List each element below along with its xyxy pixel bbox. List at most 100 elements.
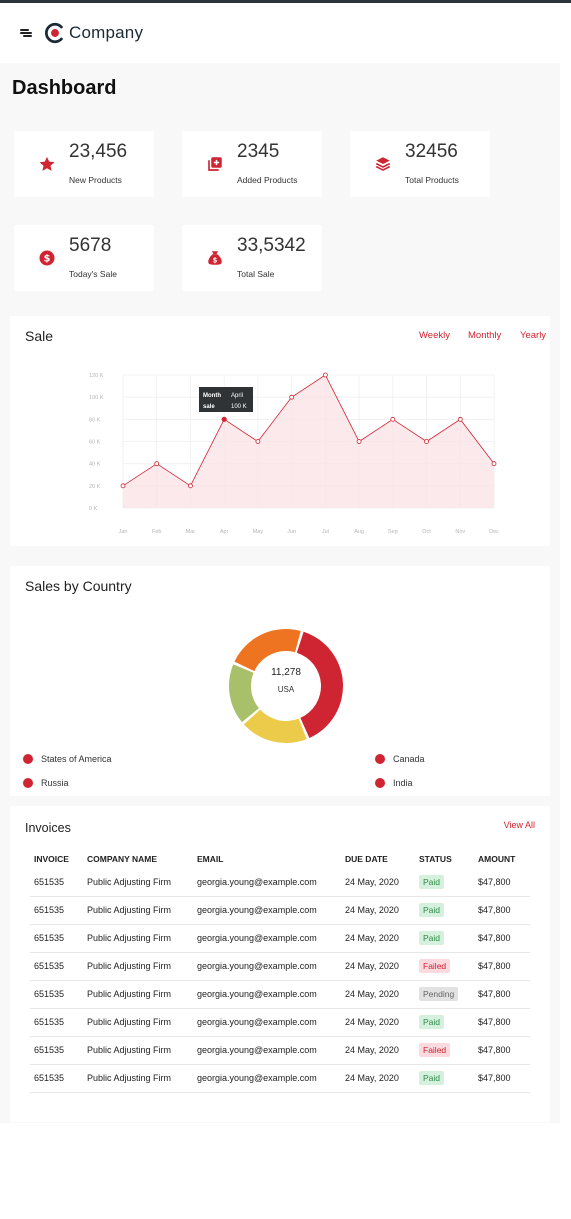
y-tick-label: 120 K — [89, 373, 104, 379]
donut-center-value: 11,278 — [271, 667, 301, 678]
status-cell: Failed — [415, 1036, 474, 1065]
column-header-status: STATUS — [419, 854, 452, 864]
data-point-feb[interactable] — [154, 461, 160, 467]
donut-center-label: USA — [278, 685, 295, 694]
page-title: Dashboard — [12, 77, 117, 99]
invoice-cell: 651535 — [30, 1008, 83, 1037]
donut-segment[interactable] — [296, 631, 344, 738]
amount-cell: $47,800 — [474, 980, 530, 1009]
legend-item-usa: States of America — [23, 754, 112, 764]
amount-cell: $47,800 — [474, 896, 530, 925]
company-cell: Public Adjusting Firm — [83, 896, 193, 925]
email-cell: georgia.young@example.com — [193, 952, 341, 981]
sales-by-country-card: Sales by Country 11,278 USA States of Am… — [10, 566, 550, 796]
status-cell: Paid — [415, 868, 474, 897]
due-date-cell: 24 May, 2020 — [341, 980, 415, 1009]
data-point-dec[interactable] — [491, 461, 497, 467]
email-cell: georgia.young@example.com — [193, 980, 341, 1009]
stat-label: Today's Sale — [69, 269, 117, 279]
x-tick-label: Feb — [152, 529, 161, 535]
country-donut-chart: 11,278 USA — [228, 629, 344, 743]
x-tick-label: Oct — [422, 529, 431, 535]
status-badge: Failed — [419, 1043, 451, 1057]
data-point-jul[interactable] — [322, 372, 328, 378]
data-point-aug[interactable] — [356, 439, 362, 444]
x-tick-label: Sep — [388, 529, 398, 535]
table-header-row: INVOICE COMPANY NAME EMAIL DUE DATE STAT… — [30, 850, 530, 868]
data-point-sep[interactable] — [390, 416, 396, 422]
menu-icon[interactable] — [20, 28, 34, 38]
stat-card-added-products: 2345 Added Products — [182, 131, 322, 197]
table-row[interactable]: 651535 Public Adjusting Firm georgia.young… — [30, 1036, 530, 1065]
view-all-link[interactable]: View All — [504, 820, 535, 830]
email-cell: georgia.young@example.com — [193, 896, 341, 925]
stat-card-total-products: 32456 Total Products — [350, 131, 490, 197]
dollar-coin-icon: $ — [39, 250, 55, 266]
email-cell: georgia.young@example.com — [193, 1008, 341, 1037]
x-tick-label: Jul — [322, 529, 329, 535]
company-cell: Public Adjusting Firm — [83, 952, 193, 981]
data-point-may[interactable] — [255, 439, 261, 444]
legend-label: Canada — [393, 754, 425, 764]
column-header-company: COMPANY NAME — [87, 854, 158, 864]
data-point-mar[interactable] — [188, 483, 193, 489]
status-cell: Failed — [415, 952, 474, 981]
company-cell: Public Adjusting Firm — [83, 1008, 193, 1037]
table-row[interactable]: 651535 Public Adjusting Firm georgia.young… — [30, 1008, 530, 1037]
data-point-jan[interactable] — [120, 483, 126, 489]
invoice-cell: 651535 — [30, 980, 83, 1009]
amount-cell: $47,800 — [474, 868, 530, 897]
due-date-cell: 24 May, 2020 — [341, 1008, 415, 1037]
company-logo-icon — [45, 22, 63, 44]
y-tick-label: 40 K — [89, 462, 101, 468]
due-date-cell: 24 May, 2020 — [341, 952, 415, 981]
table-row[interactable]: 651535 Public Adjusting Firm georgia.young… — [30, 952, 530, 981]
table-row[interactable]: 651535 Public Adjusting Firm georgia.young… — [30, 868, 530, 897]
svg-text:$: $ — [213, 257, 218, 265]
invoice-cell: 651535 — [30, 924, 83, 953]
invoices-table: INVOICE COMPANY NAME EMAIL DUE DATE STAT… — [30, 850, 530, 1093]
stat-label: Total Products — [405, 175, 459, 185]
invoice-cell: 651535 — [30, 1036, 83, 1065]
data-point-apr[interactable] — [221, 416, 227, 422]
table-row[interactable]: 651535 Public Adjusting Firm georgia.young… — [30, 924, 530, 953]
stat-value: 5678 — [69, 235, 112, 256]
x-tick-label: Jun — [287, 529, 296, 535]
status-cell: Pending — [415, 980, 474, 1009]
legend-label: States of America — [41, 754, 112, 764]
stat-card-new-products: 23,456 New Products — [14, 131, 154, 197]
brand-logo[interactable]: Company — [44, 22, 143, 44]
app-header: Company — [0, 3, 571, 63]
legend-item-canada: Canada — [375, 754, 425, 764]
stat-label: Added Products — [237, 175, 298, 185]
legend-label: India — [393, 778, 413, 788]
status-cell: Paid — [415, 1008, 474, 1037]
y-tick-label: 60 K — [89, 440, 101, 446]
data-point-nov[interactable] — [457, 416, 463, 422]
status-badge: Failed — [419, 959, 451, 973]
table-row[interactable]: 651535 Public Adjusting Firm georgia.young… — [30, 980, 530, 1009]
company-cell: Public Adjusting Firm — [83, 924, 193, 953]
tooltip-value-month: April — [231, 393, 243, 399]
x-tick-label: May — [253, 529, 264, 535]
invoices-title: Invoices — [25, 821, 71, 835]
invoice-cell: 651535 — [30, 868, 83, 897]
star-icon — [39, 156, 55, 171]
table-row[interactable]: 651535 Public Adjusting Firm georgia.young… — [30, 1064, 530, 1093]
invoice-cell: 651535 — [30, 896, 83, 925]
table-row[interactable]: 651535 Public Adjusting Firm georgia.young… — [30, 896, 530, 925]
data-point-jun[interactable] — [289, 394, 295, 400]
status-badge: Paid — [419, 1015, 445, 1029]
data-point-oct[interactable] — [424, 439, 429, 444]
invoice-cell: 651535 — [30, 1064, 83, 1093]
legend-dot — [23, 754, 33, 764]
company-cell: Public Adjusting Firm — [83, 1064, 193, 1093]
stat-value: 33,5342 — [237, 235, 306, 256]
money-bag-icon: $ — [208, 251, 222, 265]
x-tick-label: Nov — [455, 529, 465, 535]
donut-segment[interactable] — [234, 629, 301, 672]
status-badge: Paid — [419, 874, 445, 889]
due-date-cell: 24 May, 2020 — [341, 896, 415, 925]
donut-segment[interactable] — [243, 709, 307, 743]
donut-segment[interactable] — [228, 664, 259, 723]
